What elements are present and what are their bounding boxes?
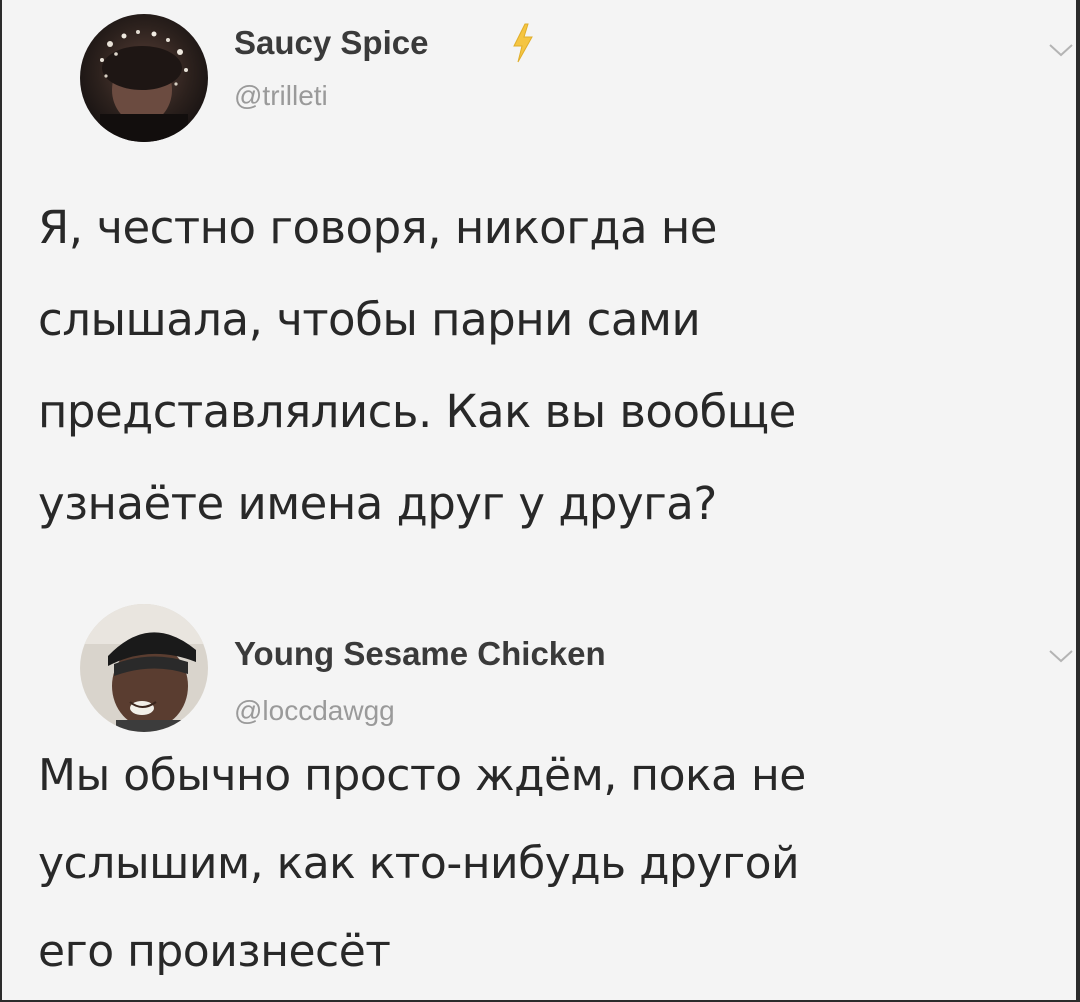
tweet-text-line: представлялись. Как вы вообще (38, 385, 796, 438)
user-handle[interactable]: @trilleti (234, 80, 328, 112)
user-handle[interactable]: @loccdawgg (234, 695, 395, 727)
avatar[interactable] (80, 604, 208, 732)
tweet-text-line: Я, честно говоря, никогда не (38, 201, 717, 254)
avatar-photo-icon (80, 14, 208, 142)
tweet-text-line: услышим, как кто-нибудь другой (38, 838, 800, 889)
tweet-text: Мы обычно просто ждём, пока не услышим, … (38, 732, 1058, 996)
chevron-down-icon[interactable] (1048, 42, 1074, 58)
avatar[interactable] (80, 14, 208, 142)
tweet-text-line: Мы обычно просто ждём, пока не (38, 750, 806, 801)
tweet-text: Я, честно говоря, никогда не слышала, чт… (38, 182, 1058, 550)
tweet-original: Saucy Spice @trilleti Я, честно говоря, … (2, 0, 1076, 560)
tweet-reply: Young Sesame Chicken @loccdawgg Мы обычн… (2, 598, 1076, 1000)
lightning-bolt-icon (513, 23, 533, 63)
tweet-text-line: узнаёте имена друг у друга? (38, 477, 717, 530)
tweet-thread: Saucy Spice @trilleti Я, честно говоря, … (2, 0, 1076, 1000)
display-name[interactable]: Young Sesame Chicken (234, 635, 606, 673)
display-name[interactable]: Saucy Spice (234, 24, 428, 62)
avatar-photo-icon (80, 604, 208, 732)
chevron-down-icon[interactable] (1048, 648, 1074, 664)
tweet-text-line: его произнесёт (38, 926, 391, 977)
tweet-text-line: слышала, чтобы парни сами (38, 293, 701, 346)
screenshot-frame: Saucy Spice @trilleti Я, честно говоря, … (0, 0, 1080, 1002)
